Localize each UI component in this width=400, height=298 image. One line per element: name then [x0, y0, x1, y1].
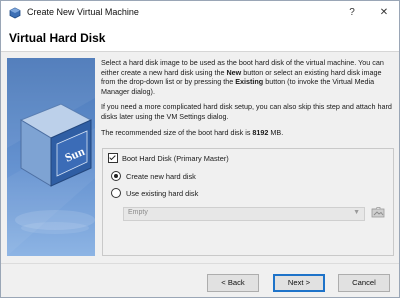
recommended-size-value: 8192 — [252, 127, 269, 137]
cancel-button[interactable]: Cancel — [338, 274, 390, 292]
folder-icon — [371, 207, 385, 218]
recommended-size-paragraph: The recommended size of the boot hard di… — [101, 128, 393, 138]
advanced-paragraph: If you need a more complicated hard disk… — [101, 102, 392, 121]
recommended-text: The recommended size of the boot hard di… — [101, 127, 253, 137]
boot-disk-checkbox-label: Boot Hard Disk (Primary Master) — [122, 153, 229, 163]
boot-disk-group — [102, 148, 394, 256]
wizard-window: Create New Virtual Machine ? ✕ Virtual H… — [0, 0, 400, 298]
create-new-disk-label: Create new hard disk — [126, 171, 196, 181]
back-button[interactable]: < Back — [207, 274, 259, 292]
use-existing-disk-label: Use existing hard disk — [126, 188, 199, 198]
create-new-disk-option[interactable]: Create new hard disk — [111, 171, 196, 181]
open-media-manager-button[interactable] — [371, 206, 385, 219]
description: Select a hard disk image to be used as t… — [101, 58, 393, 143]
boot-disk-checkbox-row[interactable]: Boot Hard Disk (Primary Master) — [108, 153, 229, 163]
virtualbox-icon — [9, 7, 21, 19]
use-existing-disk-radio[interactable] — [111, 188, 121, 198]
wizard-illustration: Sun — [7, 58, 95, 256]
intro-new-emphasis: New — [226, 67, 242, 77]
page-title: Virtual Hard Disk — [9, 31, 106, 45]
use-existing-disk-option[interactable]: Use existing hard disk — [111, 188, 198, 198]
boot-disk-checkbox[interactable] — [108, 153, 118, 163]
recommended-unit: MB. — [268, 127, 284, 137]
existing-disk-select[interactable]: Empty ▼ — [123, 207, 365, 221]
intro-paragraph: Select a hard disk image to be used as t… — [101, 58, 393, 96]
intro-existing-emphasis: Existing — [235, 77, 264, 87]
create-new-disk-radio[interactable] — [111, 171, 121, 181]
title-bar: Create New Virtual Machine ? ✕ — [1, 1, 399, 25]
next-button[interactable]: Next > — [273, 274, 325, 292]
chevron-down-icon: ▼ — [353, 209, 360, 216]
close-button[interactable]: ✕ — [377, 5, 391, 21]
existing-disk-select-value: Empty — [128, 209, 148, 216]
help-button[interactable]: ? — [345, 5, 359, 21]
window-title: Create New Virtual Machine — [27, 7, 139, 17]
footer-divider — [1, 263, 399, 264]
wizard-header: Virtual Hard Disk — [1, 25, 399, 52]
